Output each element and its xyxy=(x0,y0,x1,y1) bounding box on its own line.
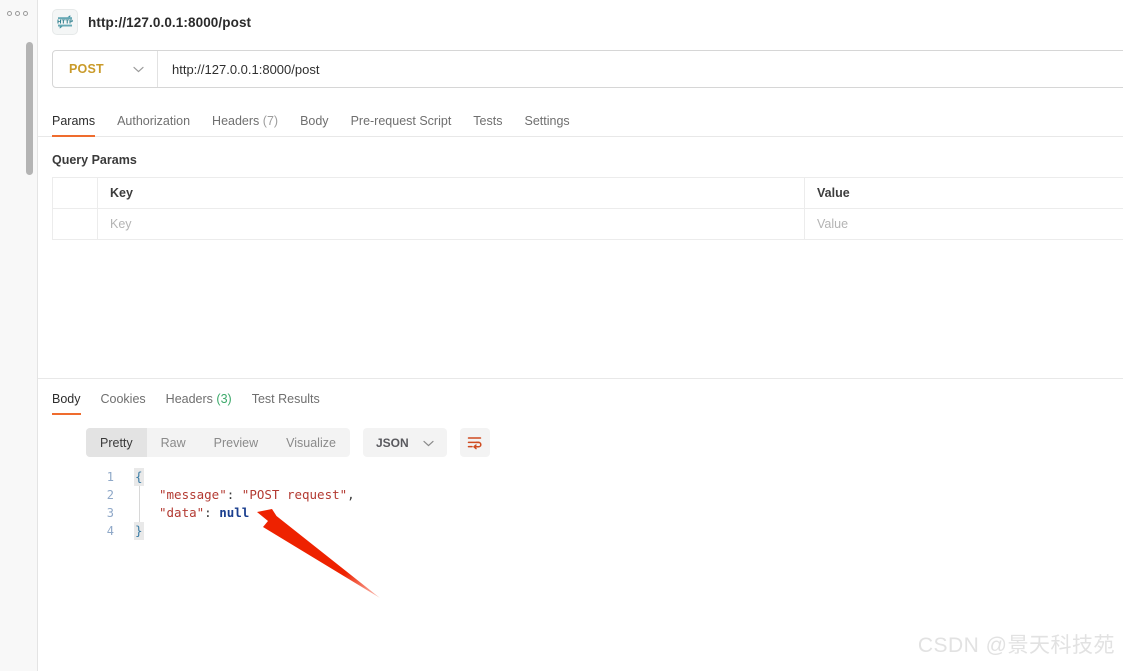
method-label: POST xyxy=(69,62,104,76)
tab-tests[interactable]: Tests xyxy=(473,114,502,136)
format-pretty-button[interactable]: Pretty xyxy=(86,428,147,457)
code-line: 1 { xyxy=(86,468,355,486)
json-value: null xyxy=(219,505,250,520)
response-tab-cookies[interactable]: Cookies xyxy=(101,392,146,414)
language-label: JSON xyxy=(375,435,409,450)
format-visualize-button[interactable]: Visualize xyxy=(272,428,350,457)
response-tab-test-results[interactable]: Test Results xyxy=(252,392,320,414)
chevron-down-icon xyxy=(133,60,144,78)
code-close-brace[interactable]: } xyxy=(134,522,144,540)
tab-settings[interactable]: Settings xyxy=(524,114,569,136)
response-tab-headers-count: (3) xyxy=(216,392,232,406)
header-checkbox-cell xyxy=(53,178,98,208)
tab-headers[interactable]: Headers (7) xyxy=(212,114,278,136)
row-key-input[interactable]: Key xyxy=(98,209,805,239)
tab-params[interactable]: Params xyxy=(52,114,96,137)
line-number: 2 xyxy=(106,488,114,502)
pane-divider[interactable] xyxy=(38,378,1123,379)
tab-headers-label: Headers xyxy=(212,114,260,128)
http-icon: HTTP xyxy=(52,9,78,35)
json-colon: : xyxy=(204,505,220,520)
chevron-down-icon xyxy=(423,436,434,450)
watermark: CSDN @景天科技苑 xyxy=(917,634,1115,657)
json-key: "data" xyxy=(159,505,205,520)
url-input[interactable] xyxy=(158,61,1123,77)
header-key-cell: Key xyxy=(98,178,805,208)
method-dropdown[interactable]: POST xyxy=(53,51,158,87)
tab-settings-label: Settings xyxy=(524,114,570,128)
format-preview-button[interactable]: Preview xyxy=(200,428,272,457)
format-segmented-control: Pretty Raw Preview Visualize xyxy=(86,428,350,457)
response-format-toolbar: Pretty Raw Preview Visualize JSON xyxy=(86,428,490,457)
query-params-title: Query Params xyxy=(52,153,137,167)
url-bar-row: POST xyxy=(38,50,1123,88)
response-body-code[interactable]: 1 { 2 "message" : "POST request" , 3 "da… xyxy=(86,468,355,540)
code-line: 2 "message" : "POST request" , xyxy=(86,486,355,504)
query-params-table: Key Value Key Value xyxy=(52,177,1123,240)
line-number: 4 xyxy=(106,524,114,538)
row-value-input[interactable]: Value xyxy=(805,209,1123,239)
tab-pre-request-script[interactable]: Pre-request Script xyxy=(351,114,452,136)
row-checkbox-cell[interactable] xyxy=(53,209,98,239)
url-bar: POST xyxy=(52,50,1123,88)
tab-body[interactable]: Body xyxy=(300,114,329,136)
request-tab-header[interactable]: HTTP http://127.0.0.1:8000/post xyxy=(38,0,1123,44)
left-sidebar xyxy=(0,0,38,671)
response-tab-headers[interactable]: Headers (3) xyxy=(166,392,232,414)
more-options-icon[interactable] xyxy=(7,11,28,16)
tab-authorization[interactable]: Authorization xyxy=(117,114,190,136)
tab-headers-count: (7) xyxy=(262,114,279,128)
tab-tests-label: Tests xyxy=(473,114,503,128)
json-value: "POST request" xyxy=(241,487,348,502)
wrap-text-button[interactable] xyxy=(459,428,490,457)
tab-body-label: Body xyxy=(300,114,329,128)
tab-authorization-label: Authorization xyxy=(117,114,191,128)
response-tab-headers-label: Headers xyxy=(165,392,213,406)
main-panel: HTTP http://127.0.0.1:8000/post POST htt… xyxy=(38,0,1123,671)
annotation-arrow xyxy=(257,509,380,598)
response-tab-body-label: Body xyxy=(52,392,81,406)
response-tab-body[interactable]: Body xyxy=(52,392,81,415)
tab-title: http://127.0.0.1:8000/post xyxy=(88,14,252,30)
json-key: "message" xyxy=(159,487,227,502)
postman-window: HTTP http://127.0.0.1:8000/post POST htt… xyxy=(0,0,1123,671)
response-tab-cookies-label: Cookies xyxy=(100,392,146,406)
svg-text:HTTP: HTTP xyxy=(57,20,73,26)
table-row[interactable]: Key Value xyxy=(53,209,1123,240)
code-line: 4 } xyxy=(86,522,355,540)
format-raw-button[interactable]: Raw xyxy=(147,428,200,457)
response-tabs: Body Cookies Headers (3) Test Results xyxy=(52,386,320,415)
json-comma: , xyxy=(347,487,355,502)
sidebar-scrollbar[interactable] xyxy=(26,42,33,175)
wrap-text-icon xyxy=(467,437,482,450)
header-value-cell: Value xyxy=(817,186,850,200)
json-colon: : xyxy=(226,487,242,502)
response-tab-test-results-label: Test Results xyxy=(251,392,320,406)
language-dropdown[interactable]: JSON xyxy=(362,428,447,457)
code-open-brace[interactable]: { xyxy=(134,468,144,486)
tab-params-label: Params xyxy=(52,114,96,128)
line-number: 3 xyxy=(106,506,114,520)
request-tabs: Params Authorization Headers (7) Body Pr… xyxy=(38,105,1123,137)
code-line: 3 "data" : null xyxy=(86,504,355,522)
line-number: 1 xyxy=(106,470,114,484)
table-header-row: Key Value xyxy=(53,178,1123,209)
tab-pre-request-script-label: Pre-request Script xyxy=(350,114,452,128)
